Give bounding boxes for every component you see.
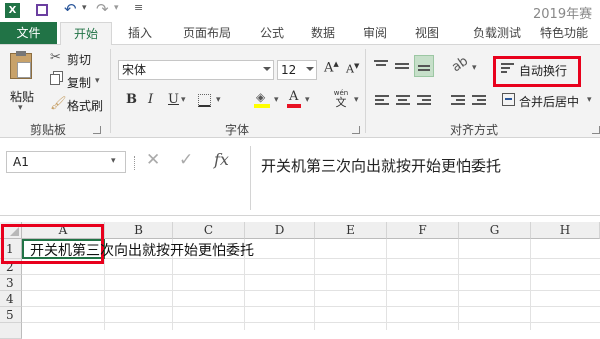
- gridline: [22, 274, 600, 275]
- font-family-select[interactable]: 宋体: [118, 60, 274, 80]
- gridline: [458, 239, 459, 330]
- align-bottom-icon[interactable]: [414, 55, 434, 77]
- tab-home[interactable]: 开始: [60, 22, 112, 45]
- paste-icon[interactable]: [10, 51, 32, 79]
- tab-page-layout[interactable]: 页面布局: [172, 22, 242, 44]
- row-header-5[interactable]: 5: [0, 307, 22, 323]
- tab-special-features[interactable]: 特色功能: [540, 22, 600, 44]
- name-box[interactable]: A1: [6, 151, 126, 173]
- enter-icon[interactable]: ✓: [179, 150, 193, 170]
- copy-button[interactable]: 复制: [67, 74, 91, 91]
- format-painter-button[interactable]: 格式刷: [67, 97, 103, 114]
- insert-function-icon[interactable]: fx: [214, 150, 229, 169]
- fill-color-dropdown-icon[interactable]: ▾: [274, 95, 279, 105]
- title-bar: X ↶ ▾ ↷ ▾ ≡ 2019年赛福: [0, 0, 600, 41]
- clipboard-launcher-icon[interactable]: [93, 126, 101, 134]
- borders-dropdown-icon[interactable]: ▾: [216, 95, 221, 105]
- customize-qat-icon[interactable]: ≡: [134, 1, 143, 14]
- gridline: [22, 322, 600, 323]
- cut-icon[interactable]: ✂: [50, 50, 61, 65]
- font-group-label: 字体: [225, 123, 250, 137]
- undo-icon[interactable]: ↶: [64, 0, 77, 18]
- formula-bar-grip-icon[interactable]: [134, 156, 137, 170]
- bold-button[interactable]: B: [126, 92, 137, 107]
- column-header-g[interactable]: G: [459, 222, 531, 239]
- cancel-icon[interactable]: ✕: [146, 150, 160, 170]
- tab-file[interactable]: 文件: [0, 22, 57, 44]
- column-header-h[interactable]: H: [531, 222, 600, 239]
- column-header-b[interactable]: B: [105, 222, 173, 239]
- align-top-icon[interactable]: [374, 60, 388, 72]
- column-header-f[interactable]: F: [387, 222, 459, 239]
- paste-dropdown-icon[interactable]: ▾: [18, 103, 23, 113]
- font-size-select[interactable]: 12: [277, 60, 317, 80]
- excel-logo-icon: X: [5, 3, 20, 18]
- copy-dropdown-icon[interactable]: ▾: [95, 76, 100, 86]
- phonetic-guide-icon[interactable]: wén 文: [330, 89, 352, 109]
- increase-indent-icon[interactable]: [472, 95, 486, 107]
- tab-view[interactable]: 视图: [407, 22, 447, 44]
- namebox-dropdown-icon[interactable]: ▾: [111, 156, 116, 166]
- orientation-icon[interactable]: ab: [449, 54, 471, 76]
- font-launcher-icon[interactable]: [352, 126, 360, 134]
- chevron-down-icon: [306, 67, 314, 71]
- decrease-indent-icon[interactable]: [451, 95, 465, 107]
- tab-formulas[interactable]: 公式: [252, 22, 292, 44]
- tab-load-test[interactable]: 负载测试: [462, 22, 532, 44]
- merge-center-button[interactable]: 合并后居中: [519, 93, 579, 110]
- format-painter-icon[interactable]: 🖌: [50, 96, 67, 111]
- row-header-3[interactable]: 3: [0, 275, 22, 291]
- decrease-font-icon[interactable]: A▼: [346, 62, 359, 76]
- fill-color-icon[interactable]: ◈: [254, 90, 270, 108]
- alignment-group-label: 对齐方式: [450, 123, 499, 137]
- copy-icon[interactable]: [50, 74, 60, 85]
- phonetic-dropdown-icon[interactable]: ▾: [354, 95, 359, 105]
- gridline: [22, 290, 600, 291]
- tab-insert[interactable]: 插入: [120, 22, 160, 44]
- merge-center-dropdown-icon[interactable]: ▾: [587, 95, 592, 105]
- cell-a1-value: 开关机第三次向出就按开始更怕委托: [30, 243, 254, 259]
- font-color-icon[interactable]: A: [287, 89, 301, 108]
- separator: [110, 49, 111, 133]
- gridline: [530, 239, 531, 330]
- formula-input[interactable]: 开关机第三次向出就按开始更怕委托: [250, 146, 600, 210]
- gridline: [386, 239, 387, 330]
- tab-review[interactable]: 审阅: [355, 22, 395, 44]
- cut-button[interactable]: 剪切: [67, 51, 91, 68]
- column-header-e[interactable]: E: [315, 222, 387, 239]
- align-left-icon[interactable]: [375, 95, 389, 107]
- row-header-4[interactable]: 4: [0, 291, 22, 307]
- formula-input-value: 开关机第三次向出就按开始更怕委托: [261, 157, 502, 175]
- font-size-value: 12: [281, 63, 297, 77]
- merge-center-icon[interactable]: [502, 93, 515, 106]
- font-family-value: 宋体: [122, 63, 147, 77]
- ribbon-tabs: 文件 开始 插入 页面布局 公式 数据 审阅 视图 负载测试 特色功能: [0, 22, 600, 45]
- orientation-dropdown-icon[interactable]: ▾: [472, 63, 477, 73]
- clipboard-group-label: 剪贴板: [30, 123, 67, 137]
- column-header-d[interactable]: D: [245, 222, 315, 239]
- align-middle-icon[interactable]: [395, 63, 409, 75]
- tab-data[interactable]: 数据: [303, 22, 343, 44]
- highlight-box-wrap-text: [493, 56, 581, 87]
- column-header-c[interactable]: C: [173, 222, 245, 239]
- redo-icon[interactable]: ↷: [96, 0, 109, 18]
- chevron-down-icon: [263, 67, 271, 71]
- borders-icon[interactable]: [198, 94, 211, 107]
- gridline: [22, 306, 600, 307]
- align-right-icon[interactable]: [417, 95, 431, 107]
- alignment-launcher-icon[interactable]: [592, 126, 600, 134]
- save-icon[interactable]: [36, 4, 48, 16]
- underline-dropdown-icon[interactable]: ▾: [181, 95, 186, 105]
- undo-dropdown-icon[interactable]: ▾: [82, 3, 87, 13]
- separator: [365, 49, 366, 133]
- increase-font-icon[interactable]: A▲: [324, 60, 339, 75]
- font-color-dropdown-icon[interactable]: ▾: [305, 95, 310, 105]
- redo-dropdown-icon[interactable]: ▾: [114, 3, 119, 13]
- row-header-6[interactable]: [0, 323, 22, 339]
- italic-button[interactable]: I: [148, 92, 153, 107]
- align-center-icon[interactable]: [396, 95, 410, 107]
- gridline: [314, 239, 315, 330]
- underline-button[interactable]: U: [168, 92, 179, 107]
